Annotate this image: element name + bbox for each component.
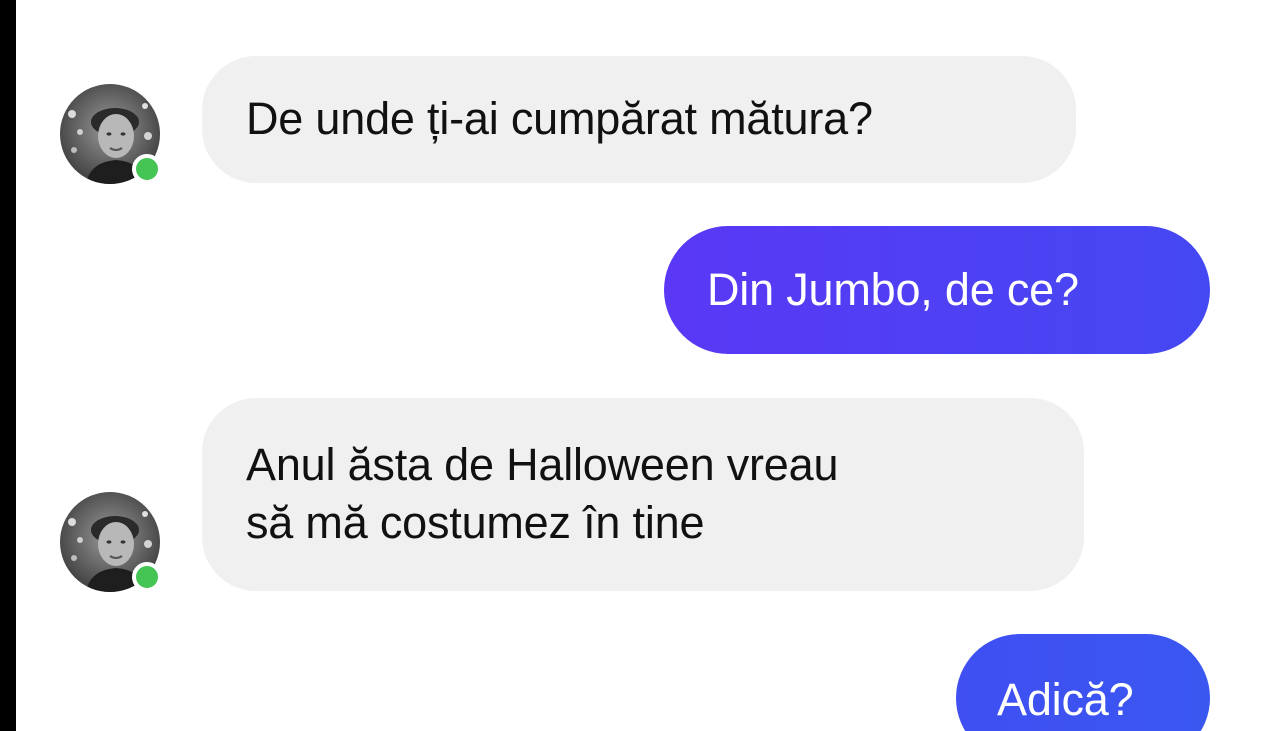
message-text-line-1: Anul ăsta de Halloween vreau bbox=[246, 439, 839, 490]
message-text: Adică? bbox=[997, 674, 1134, 725]
message-bubble-outgoing[interactable]: Adică? bbox=[956, 634, 1210, 731]
message-bubble-outgoing[interactable]: Din Jumbo, de ce? bbox=[664, 226, 1210, 354]
message-text-line-2: să mă costumez în tine bbox=[246, 497, 705, 548]
chat-thread[interactable]: De unde ți-ai cumpărat mătura? Din Jumbo… bbox=[16, 0, 1280, 731]
message-text: Din Jumbo, de ce? bbox=[707, 264, 1079, 315]
avatar[interactable] bbox=[60, 492, 162, 592]
message-bubble-incoming[interactable]: De unde ți-ai cumpărat mătura? bbox=[202, 56, 1076, 183]
avatar[interactable] bbox=[60, 84, 162, 184]
message-bubble-incoming[interactable]: Anul ăsta de Halloween vreau să mă costu… bbox=[202, 398, 1084, 591]
online-dot-icon bbox=[132, 154, 162, 184]
screen-edge bbox=[0, 0, 16, 731]
message-text: De unde ți-ai cumpărat mătura? bbox=[246, 93, 873, 144]
online-dot-icon bbox=[132, 562, 162, 592]
